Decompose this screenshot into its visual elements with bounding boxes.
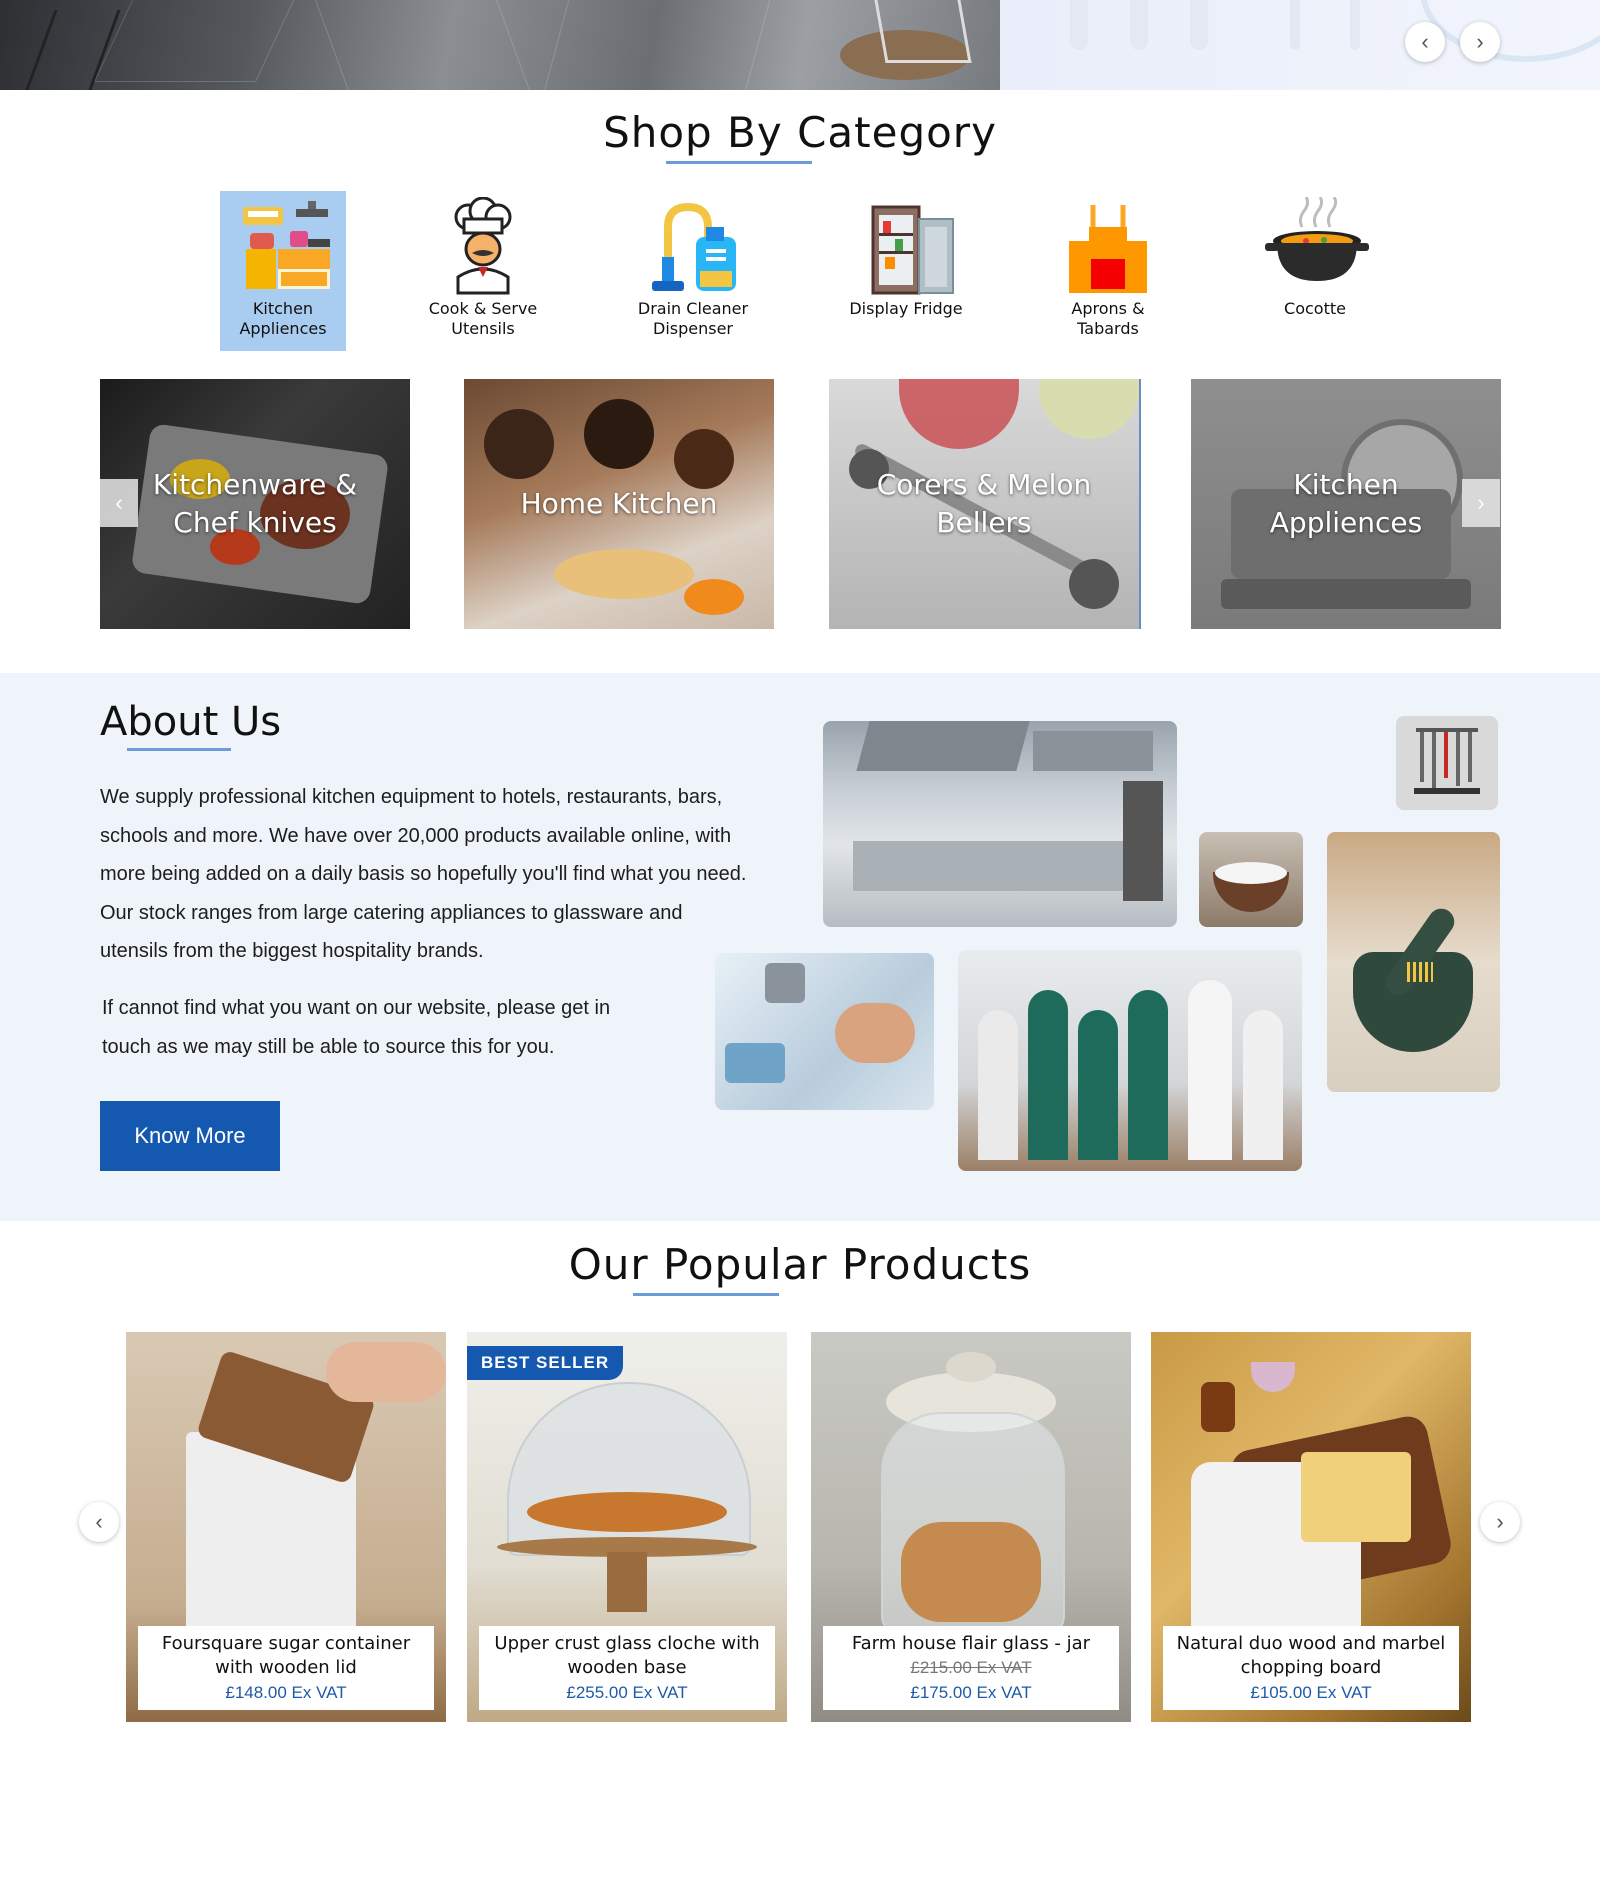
product-card[interactable]: Foursquare sugar container with wooden l… bbox=[126, 1332, 446, 1722]
category-label: Tabards bbox=[1077, 319, 1139, 338]
hero-next-button[interactable]: › bbox=[1460, 22, 1500, 62]
popular-products-title: Our Popular Products bbox=[568, 1240, 1032, 1289]
cocotte-pot-icon bbox=[1265, 197, 1369, 281]
banner-line: Kitchen bbox=[1293, 468, 1399, 501]
banner-line: Chef knives bbox=[173, 506, 337, 539]
product-price: £105.00 Ex VAT bbox=[1250, 1683, 1372, 1702]
banner-next-button[interactable]: › bbox=[1462, 479, 1500, 527]
category-label: Appliences bbox=[239, 319, 327, 338]
product-old-price: £215.00 Ex VAT bbox=[910, 1658, 1032, 1677]
banner-label: Corers & Melon Bellers bbox=[829, 379, 1139, 629]
product-info: Upper crust glass cloche with wooden bas… bbox=[479, 1626, 775, 1710]
hero-image-right bbox=[1000, 0, 1600, 90]
title-underline bbox=[666, 161, 812, 164]
shop-by-category-title: Shop By Category bbox=[603, 108, 997, 157]
product-card[interactable]: Natural duo wood and marbel chopping boa… bbox=[1151, 1332, 1471, 1722]
about-image-handwashing bbox=[715, 953, 934, 1110]
title-underline bbox=[633, 1293, 779, 1296]
about-image-utensil-rack bbox=[1396, 716, 1498, 810]
chevron-right-icon: › bbox=[1496, 1509, 1504, 1534]
category-label: Cook & Serve bbox=[428, 299, 538, 318]
banner-label: Home Kitchen bbox=[464, 379, 774, 629]
fridge-icon bbox=[871, 205, 954, 295]
about-paragraph-1: We supply professional kitchen equipment… bbox=[100, 786, 747, 962]
category-label: Aprons & bbox=[1071, 299, 1145, 318]
product-card[interactable]: Farm house flair glass - jar £215.00 Ex … bbox=[811, 1332, 1131, 1722]
category-label: Display Fridge bbox=[849, 299, 963, 318]
hero-image-left bbox=[0, 0, 1000, 90]
product-price: £175.00 Ex VAT bbox=[910, 1683, 1032, 1702]
category-aprons-tabards[interactable]: Aprons & Tabards bbox=[1045, 191, 1171, 351]
product-price: £148.00 Ex VAT bbox=[225, 1683, 347, 1702]
know-more-button[interactable]: Know More bbox=[100, 1101, 280, 1171]
about-section: About Us We supply professional kitchen … bbox=[0, 673, 1600, 1221]
hero-carousel: ‹ › bbox=[0, 0, 1600, 90]
category-label: Cocotte bbox=[1284, 299, 1346, 318]
kitchen-appliances-icon bbox=[243, 201, 330, 289]
about-image-mortar-pestle bbox=[1327, 832, 1500, 1092]
products-prev-button[interactable]: ‹ bbox=[79, 1502, 119, 1542]
banner-line: Kitchenware & bbox=[152, 468, 358, 501]
category-label: Utensils bbox=[451, 319, 515, 338]
about-title: About Us bbox=[100, 699, 282, 745]
banner-line: Corers & Melon bbox=[876, 468, 1092, 501]
best-seller-badge: BEST SELLER bbox=[467, 1346, 624, 1380]
category-cook-serve-utensils[interactable]: Cook & Serve Utensils bbox=[420, 191, 546, 351]
title-underline bbox=[127, 748, 231, 751]
product-info: Farm house flair glass - jar £215.00 Ex … bbox=[823, 1626, 1119, 1710]
product-info: Natural duo wood and marbel chopping boa… bbox=[1163, 1626, 1459, 1710]
category-display-fridge[interactable]: Display Fridge bbox=[843, 191, 969, 351]
category-drain-cleaner-dispenser[interactable]: Drain Cleaner Dispenser bbox=[630, 191, 756, 351]
product-price: £255.00 Ex VAT bbox=[566, 1683, 688, 1702]
category-label: Kitchen bbox=[252, 299, 314, 318]
banner-kitchen-appliences[interactable]: Kitchen Appliences bbox=[1191, 379, 1501, 629]
banner-prev-button[interactable]: ‹ bbox=[100, 479, 138, 527]
category-label: Drain Cleaner bbox=[637, 299, 749, 318]
about-image-rice-bowl bbox=[1199, 832, 1303, 927]
apron-icon bbox=[1069, 205, 1147, 293]
chevron-right-icon: › bbox=[1477, 490, 1485, 515]
chef-icon bbox=[454, 197, 512, 295]
about-paragraph-2: If cannot find what you want on our webs… bbox=[102, 997, 611, 1058]
product-card[interactable]: BEST SELLER Upper crust glass cloche wit… bbox=[467, 1332, 787, 1722]
banner-home-kitchen[interactable]: Home Kitchen bbox=[464, 379, 774, 629]
drain-cleaner-icon bbox=[652, 202, 736, 291]
chevron-left-icon: ‹ bbox=[115, 490, 123, 515]
category-kitchen-appliances[interactable]: Kitchen Appliences bbox=[220, 191, 346, 351]
chevron-left-icon: ‹ bbox=[95, 1509, 103, 1534]
product-name: Upper crust glass cloche with wooden bas… bbox=[494, 1633, 760, 1678]
banner-label: Kitchenware & Chef knives bbox=[100, 379, 410, 629]
product-name: Foursquare sugar container with wooden l… bbox=[161, 1633, 411, 1678]
hero-prev-button[interactable]: ‹ bbox=[1405, 22, 1445, 62]
banner-line: Bellers bbox=[936, 506, 1032, 539]
category-cocotte[interactable]: Cocotte bbox=[1252, 191, 1378, 351]
banner-kitchenware-chef-knives[interactable]: Kitchenware & Chef knives bbox=[100, 379, 410, 629]
banner-line: Home Kitchen bbox=[520, 487, 718, 520]
products-next-button[interactable]: › bbox=[1480, 1502, 1520, 1542]
banner-label: Kitchen Appliences bbox=[1191, 379, 1501, 629]
product-name: Natural duo wood and marbel chopping boa… bbox=[1176, 1633, 1446, 1678]
category-label: Dispenser bbox=[653, 319, 733, 338]
chevron-left-icon: ‹ bbox=[1421, 29, 1429, 54]
chevron-right-icon: › bbox=[1476, 29, 1484, 54]
banner-line: Appliences bbox=[1269, 506, 1423, 539]
about-image-commercial-kitchen bbox=[823, 721, 1177, 927]
product-name: Farm house flair glass - jar bbox=[851, 1633, 1091, 1654]
product-info: Foursquare sugar container with wooden l… bbox=[138, 1626, 434, 1710]
about-image-staff-team bbox=[958, 950, 1302, 1171]
banner-corers-melon-bellers[interactable]: Corers & Melon Bellers bbox=[829, 379, 1141, 629]
